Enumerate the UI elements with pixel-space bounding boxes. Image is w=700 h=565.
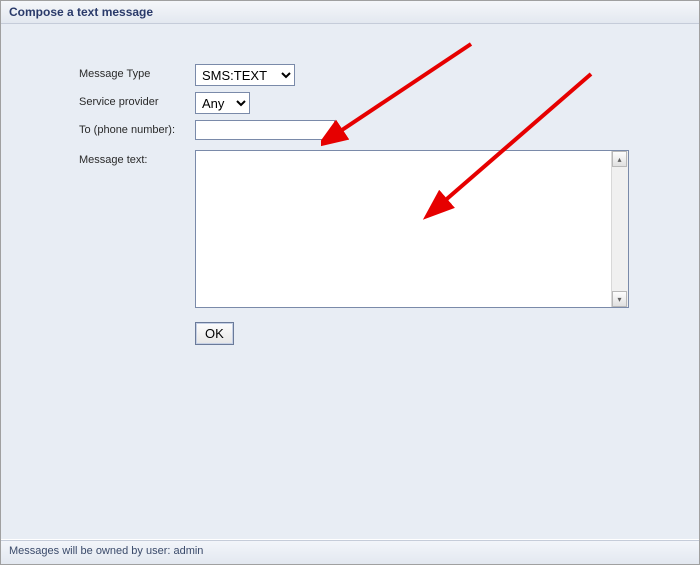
scroll-up-icon[interactable]: ▴ [612,151,627,167]
select-message-type[interactable]: SMS:TEXT [195,64,295,86]
row-service-provider: Service provider Any [1,92,699,114]
textarea-message[interactable] [196,151,611,305]
status-bar: Messages will be owned by user: admin [1,540,699,564]
footer-text: Messages will be owned by user: admin [9,545,203,557]
ok-button[interactable]: OK [195,322,234,345]
form-panel: Message Type SMS:TEXT Service provider A… [1,24,699,539]
scrollbar[interactable]: ▴ ▾ [611,151,628,307]
scroll-down-icon[interactable]: ▾ [612,291,627,307]
select-service-provider[interactable]: Any [195,92,250,114]
label-to: To (phone number): [1,120,191,136]
textarea-container: ▴ ▾ [195,150,629,308]
label-service-provider: Service provider [1,92,191,108]
row-to: To (phone number): [1,120,699,140]
row-message-type: Message Type SMS:TEXT [1,64,699,86]
label-message-text: Message text: [1,150,191,166]
label-message-type: Message Type [1,64,191,80]
title-text: Compose a text message [9,5,153,19]
panel-title: Compose a text message [1,1,699,24]
row-message-text: Message text: ▴ ▾ [1,150,699,308]
input-phone-number[interactable] [195,120,335,140]
